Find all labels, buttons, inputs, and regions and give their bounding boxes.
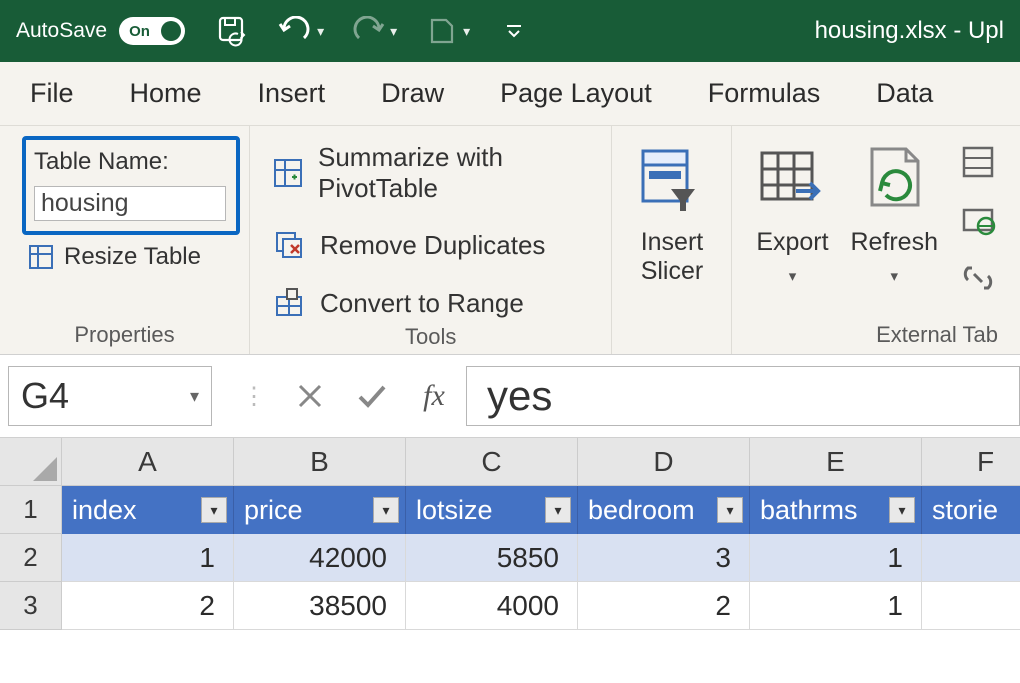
spreadsheet-grid[interactable]: A B C D E F 1 index▾ price▾ lotsize▾ bed… <box>0 438 1020 630</box>
document-title: housing.xlsx - Upl <box>544 17 1004 45</box>
ribbon-group-external: Export ▾ Refresh ▾ <box>732 126 1020 354</box>
table-header-cell[interactable]: storie <box>922 486 1020 534</box>
slicer-icon <box>634 142 710 218</box>
table-header-cell[interactable]: index▾ <box>62 486 234 534</box>
col-header[interactable]: B <box>234 438 406 486</box>
data-cell[interactable]: 42000 <box>234 534 406 582</box>
col-header[interactable]: D <box>578 438 750 486</box>
refresh-icon <box>856 142 932 218</box>
properties-icon[interactable] <box>958 142 998 182</box>
filter-button[interactable]: ▾ <box>889 497 915 523</box>
autosave-label: AutoSave <box>16 19 107 43</box>
quick-access-toolbar: ▾ ▾ ▾ <box>215 13 532 49</box>
data-cell[interactable]: 2 <box>62 582 234 630</box>
refresh-button[interactable]: Refresh ▾ <box>850 136 938 298</box>
col-header[interactable]: C <box>406 438 578 486</box>
chevron-down-icon[interactable]: ▾ <box>317 23 324 40</box>
data-cell[interactable]: 1 <box>750 534 922 582</box>
tab-insert[interactable]: Insert <box>258 78 326 109</box>
tab-draw[interactable]: Draw <box>381 78 444 109</box>
filter-button[interactable]: ▾ <box>717 497 743 523</box>
tab-pagelayout[interactable]: Page Layout <box>500 78 652 109</box>
cancel-icon[interactable] <box>294 380 326 412</box>
ribbon-group-slicer: Insert Slicer <box>612 126 732 354</box>
tab-home[interactable]: Home <box>130 78 202 109</box>
enter-icon[interactable] <box>356 380 388 412</box>
title-bar: AutoSave On ▾ <box>0 0 1020 62</box>
save-icon[interactable] <box>215 13 251 49</box>
chevron-down-icon[interactable]: ▾ <box>789 267 797 285</box>
col-header[interactable]: A <box>62 438 234 486</box>
convert-to-range-button[interactable]: Convert to Range <box>272 286 589 320</box>
customize-qat-icon[interactable] <box>496 13 532 49</box>
data-cell[interactable] <box>922 534 1020 582</box>
data-cell[interactable]: 1 <box>62 534 234 582</box>
data-cell[interactable] <box>922 582 1020 630</box>
table-header-cell[interactable]: bathrms▾ <box>750 486 922 534</box>
data-cell[interactable]: 38500 <box>234 582 406 630</box>
insert-slicer-button[interactable]: Insert Slicer <box>634 136 709 286</box>
resize-table-icon <box>28 244 54 270</box>
filter-button[interactable]: ▾ <box>545 497 571 523</box>
data-cell[interactable]: 4000 <box>406 582 578 630</box>
formula-input[interactable]: yes <box>466 366 1020 426</box>
autosave-toggle[interactable]: On <box>119 17 185 45</box>
open-in-browser-icon[interactable] <box>958 200 998 240</box>
row-header[interactable]: 2 <box>0 534 62 582</box>
export-icon <box>754 142 830 218</box>
undo-button[interactable]: ▾ <box>277 13 324 49</box>
ribbon: Table Name: Resize Table Properties <box>0 126 1020 354</box>
convert-range-icon <box>272 286 306 320</box>
remove-duplicates-button[interactable]: Remove Duplicates <box>272 228 589 262</box>
autosave-control[interactable]: AutoSave On <box>16 17 185 45</box>
data-cell[interactable]: 3 <box>578 534 750 582</box>
remove-duplicates-icon <box>272 228 306 262</box>
insert-function-button[interactable]: fx <box>418 380 450 412</box>
filter-button[interactable]: ▾ <box>373 497 399 523</box>
filter-button[interactable]: ▾ <box>201 497 227 523</box>
data-cell[interactable]: 2 <box>578 582 750 630</box>
tab-data[interactable]: Data <box>876 78 933 109</box>
table-name-input[interactable] <box>34 186 226 221</box>
redo-button: ▾ <box>350 13 397 49</box>
chevron-down-icon[interactable]: ▾ <box>190 386 199 407</box>
table-name-label: Table Name: <box>34 148 226 176</box>
unlink-icon[interactable] <box>958 258 998 298</box>
ribbon-group-properties: Table Name: Resize Table Properties <box>0 126 250 354</box>
table-header-cell[interactable]: bedroom▾ <box>578 486 750 534</box>
tab-file[interactable]: File <box>30 78 74 109</box>
grip-icon: ⋮ <box>242 382 264 411</box>
name-box[interactable]: G4 ▾ <box>8 366 212 426</box>
col-header[interactable]: E <box>750 438 922 486</box>
col-header[interactable]: F <box>922 438 1020 486</box>
data-cell[interactable]: 5850 <box>406 534 578 582</box>
share-button: ▾ <box>423 13 470 49</box>
ribbon-group-tools: Summarize with PivotTable Remove Duplica… <box>250 126 612 354</box>
data-cell[interactable]: 1 <box>750 582 922 630</box>
formula-bar: G4 ▾ ⋮ fx yes <box>0 354 1020 438</box>
row-header[interactable]: 3 <box>0 582 62 630</box>
summarize-pivottable-button[interactable]: Summarize with PivotTable <box>272 142 589 204</box>
table-header-cell[interactable]: lotsize▾ <box>406 486 578 534</box>
chevron-down-icon[interactable]: ▾ <box>890 267 898 285</box>
row-header[interactable]: 1 <box>0 486 62 534</box>
menu-bar: File Home Insert Draw Page Layout Formul… <box>0 62 1020 126</box>
table-header-cell[interactable]: price▾ <box>234 486 406 534</box>
select-all-corner[interactable] <box>0 438 62 486</box>
tab-formulas[interactable]: Formulas <box>708 78 821 109</box>
pivottable-icon <box>272 156 304 190</box>
table-name-box: Table Name: <box>22 136 240 235</box>
resize-table-button[interactable]: Resize Table <box>28 243 227 271</box>
export-button[interactable]: Export ▾ <box>754 136 830 298</box>
